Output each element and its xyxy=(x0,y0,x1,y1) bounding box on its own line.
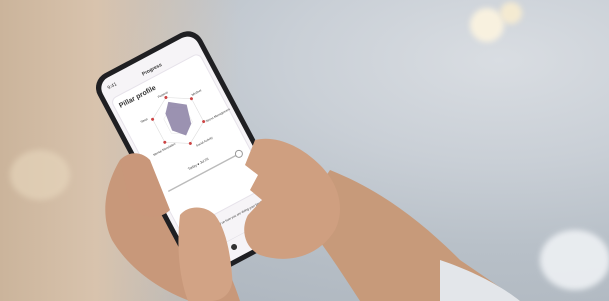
photo-scene: 9:41 Progress Pillar profile Purpose Min… xyxy=(0,0,609,301)
phone-and-hands: 9:41 Progress Pillar profile Purpose Min… xyxy=(95,31,520,301)
sleeve xyxy=(440,260,520,301)
